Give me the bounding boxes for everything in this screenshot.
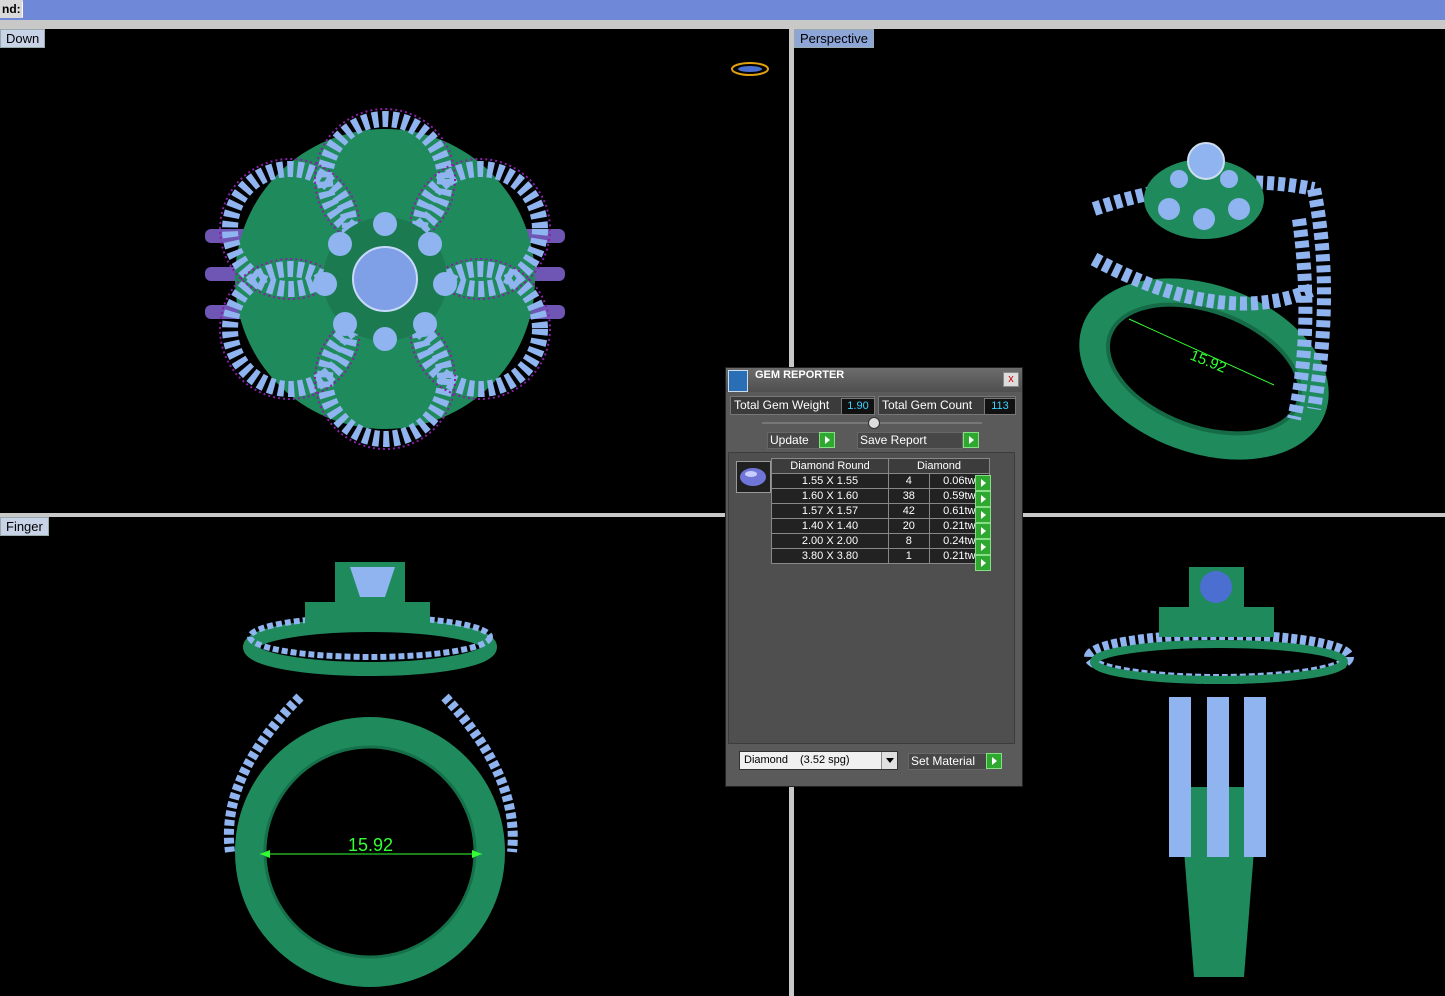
row-select-icon[interactable] [975, 523, 991, 539]
set-material-button[interactable]: Set Material [908, 753, 988, 770]
gem-size: 1.60 X 1.60 [771, 488, 889, 504]
gem-table-header-shape: Diamond Round [771, 458, 889, 474]
table-row: 1.55 X 1.55 4 0.06tw [771, 473, 991, 489]
ring-top-view [205, 62, 769, 450]
gem-reporter-app-icon [728, 370, 748, 392]
material-select[interactable]: Diamond (3.52 spg) [739, 751, 898, 770]
ring-front-view: 15.92 [223, 562, 518, 987]
gem-count: 8 [888, 533, 930, 549]
row-select-icon[interactable] [975, 507, 991, 523]
finger-dimension: 15.92 [348, 835, 393, 855]
row-select-icon[interactable] [975, 475, 991, 491]
gem-size: 1.57 X 1.57 [771, 503, 889, 519]
table-row: 1.40 X 1.40 20 0.21tw [771, 518, 991, 534]
gem-count: 38 [888, 488, 930, 504]
save-report-go-icon[interactable] [963, 432, 979, 448]
total-gem-count-value: 113 [984, 398, 1016, 415]
gem-size: 1.40 X 1.40 [771, 518, 889, 534]
gem-count: 20 [888, 518, 930, 534]
dialog-titlebar[interactable]: GEM REPORTER x [726, 368, 1022, 392]
gem-size: 1.55 X 1.55 [771, 473, 889, 489]
total-gem-weight-value: 1.90 [841, 398, 875, 415]
viewport-finger[interactable]: Finger 15.92 [0, 517, 789, 996]
gem-table: Diamond Round Diamond 1.55 X 1.55 4 0.06… [771, 458, 991, 564]
table-row: 3.80 X 3.80 1 0.21tw [771, 548, 991, 564]
row-select-icon[interactable] [975, 491, 991, 507]
row-select-icon[interactable] [975, 539, 991, 555]
command-input[interactable] [22, 2, 1443, 17]
gem-count: 4 [888, 473, 930, 489]
save-report-button[interactable]: Save Report [857, 432, 963, 449]
command-bar: nd: [0, 0, 1445, 20]
material-name: Diamond [744, 754, 789, 766]
row-select-icon[interactable] [975, 555, 991, 571]
set-material-go-icon[interactable] [986, 753, 1002, 769]
gem-size: 3.80 X 3.80 [771, 548, 889, 564]
perspective-dimension: 15.92 [1188, 347, 1229, 377]
table-row: 1.57 X 1.57 42 0.61tw [771, 503, 991, 519]
gem-size: 2.00 X 2.00 [771, 533, 889, 549]
dialog-title: GEM REPORTER [755, 369, 845, 381]
round-diamond-icon [736, 461, 771, 493]
update-go-icon[interactable] [819, 432, 835, 448]
command-label: nd: [0, 0, 23, 18]
gem-count: 1 [888, 548, 930, 564]
table-row: 1.60 X 1.60 38 0.59tw [771, 488, 991, 504]
gem-count: 42 [888, 503, 930, 519]
gem-list-panel: Diamond Round Diamond 1.55 X 1.55 4 0.06… [728, 452, 1015, 744]
update-button[interactable]: Update [767, 432, 821, 449]
chevron-down-icon[interactable] [881, 752, 897, 769]
close-icon[interactable]: x [1003, 372, 1019, 387]
material-density: (3.52 spg) [800, 754, 850, 766]
table-row: 2.00 X 2.00 8 0.24tw [771, 533, 991, 549]
gem-table-header-material: Diamond [888, 458, 990, 474]
viewport-down[interactable]: Down [0, 29, 789, 513]
splitter-handle-icon[interactable] [868, 417, 880, 429]
